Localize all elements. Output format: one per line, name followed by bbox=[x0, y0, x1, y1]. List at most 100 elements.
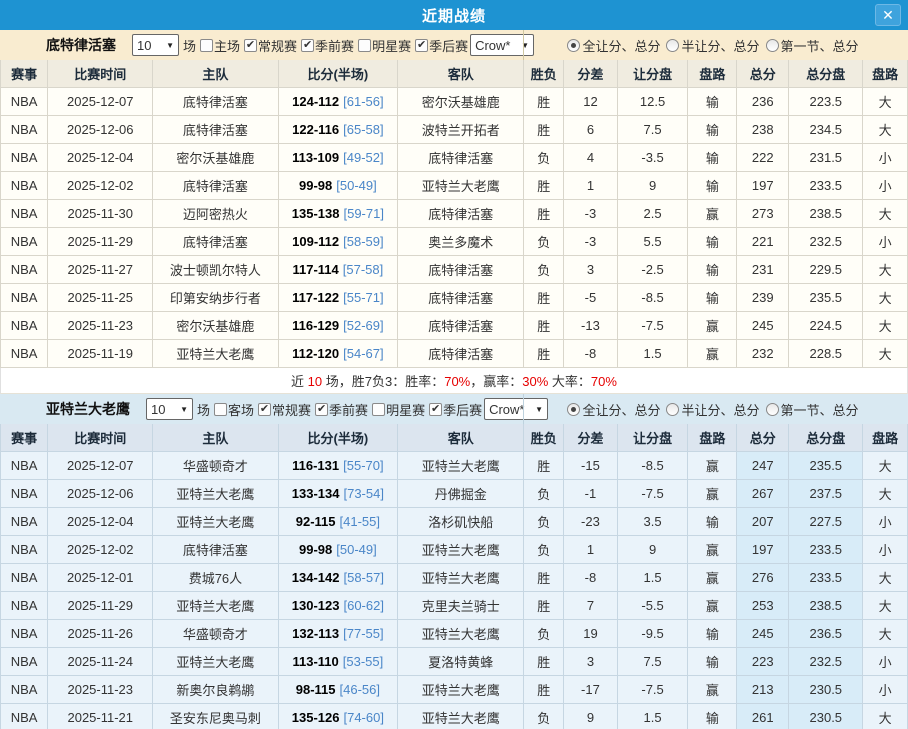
cell-date: 2025-11-23 bbox=[48, 312, 153, 340]
checkbox-checked[interactable]: ✔ bbox=[301, 39, 314, 52]
radio-unselected[interactable] bbox=[666, 39, 679, 52]
table-row: NBA2025-11-21圣安东尼奥马刺135-126[74-60]亚特兰大老鹰… bbox=[0, 704, 908, 729]
radio-unselected[interactable] bbox=[766, 39, 779, 52]
cell-total-line: 224.5 bbox=[789, 312, 863, 340]
cell-league: NBA bbox=[1, 256, 48, 284]
radio-label: 半让分、总分 bbox=[681, 400, 759, 419]
radio-selected[interactable] bbox=[567, 39, 580, 52]
table-row: NBA2025-11-27波士顿凯尔特人117-114[57-58]底特律活塞负… bbox=[0, 256, 908, 284]
cell-ou: 大 bbox=[863, 452, 907, 480]
cell-home: 印第安纳步行者 bbox=[153, 284, 278, 312]
cell-ou: 大 bbox=[863, 480, 907, 508]
table-row: NBA2025-12-01费城76人134-142[58-57]亚特兰大老鹰胜-… bbox=[0, 564, 908, 592]
close-button[interactable]: ✕ bbox=[875, 4, 901, 26]
cell-home: 圣安东尼奥马刺 bbox=[153, 704, 278, 729]
cell-score: 124-112[61-56] bbox=[279, 88, 399, 116]
summary-row: 近 10 场，胜7负3：胜率：70%，赢率：30% 大率：70% bbox=[0, 368, 908, 394]
cell-result: 胜 bbox=[524, 676, 564, 704]
table-header: 赛事比赛时间主队比分(半场)客队胜负分差让分盘盘路总分总分盘盘路 bbox=[0, 60, 908, 88]
cell-handicap-result: 输 bbox=[688, 88, 737, 116]
games-count-select[interactable]: 10 ▼ bbox=[132, 34, 179, 56]
checkbox-label: 主场 bbox=[214, 36, 240, 55]
radio-unselected[interactable] bbox=[666, 403, 679, 416]
summary-segment: 70% bbox=[444, 374, 470, 389]
table-row: NBA2025-11-25印第安纳步行者117-122[55-71]底特律活塞胜… bbox=[0, 284, 908, 312]
cell-total-line: 232.5 bbox=[789, 228, 863, 256]
cell-league: NBA bbox=[1, 676, 48, 704]
cell-date: 2025-11-29 bbox=[48, 228, 153, 256]
cell-score: 134-142[58-57] bbox=[279, 564, 399, 592]
cell-total-line: 238.5 bbox=[789, 200, 863, 228]
cell-diff: 6 bbox=[564, 116, 618, 144]
column-header: 客队 bbox=[398, 60, 524, 88]
cell-diff: 7 bbox=[564, 592, 618, 620]
titlebar: 近期战绩 ✕ bbox=[0, 0, 908, 30]
cell-ou: 小 bbox=[863, 172, 907, 200]
cell-diff: -3 bbox=[564, 228, 618, 256]
cell-diff: 1 bbox=[564, 172, 618, 200]
cell-total-line: 230.5 bbox=[789, 704, 863, 729]
cell-diff: 1 bbox=[564, 536, 618, 564]
checkbox-unchecked[interactable] bbox=[200, 39, 213, 52]
cell-away: 亚特兰大老鹰 bbox=[398, 620, 524, 648]
cell-date: 2025-12-06 bbox=[48, 480, 153, 508]
cell-date: 2025-11-23 bbox=[48, 676, 153, 704]
column-header: 盘路 bbox=[688, 424, 737, 452]
cell-result: 胜 bbox=[524, 312, 564, 340]
cell-handicap: 2.5 bbox=[618, 200, 689, 228]
cell-ou: 大 bbox=[863, 256, 907, 284]
cell-ou: 小 bbox=[863, 228, 907, 256]
checkbox-checked[interactable]: ✔ bbox=[315, 403, 328, 416]
cell-handicap: 7.5 bbox=[618, 116, 689, 144]
cell-home: 底特律活塞 bbox=[153, 116, 278, 144]
cell-league: NBA bbox=[1, 704, 48, 729]
checkbox-checked[interactable]: ✔ bbox=[244, 39, 257, 52]
table-row: NBA2025-11-24亚特兰大老鹰113-110[53-55]夏洛特黄蜂胜3… bbox=[0, 648, 908, 676]
cell-handicap-result: 输 bbox=[688, 508, 737, 536]
cell-total-line: 235.5 bbox=[789, 452, 863, 480]
games-count-value: 10 bbox=[137, 38, 151, 53]
source-value: Crow* bbox=[489, 402, 524, 417]
cell-home: 亚特兰大老鹰 bbox=[153, 648, 278, 676]
cell-handicap: -5.5 bbox=[618, 592, 689, 620]
cell-total: 261 bbox=[737, 704, 789, 729]
cell-handicap: -7.5 bbox=[618, 676, 689, 704]
cell-total-line: 228.5 bbox=[789, 340, 863, 368]
column-header: 总分盘 bbox=[789, 60, 863, 88]
games-count-select[interactable]: 10 ▼ bbox=[146, 398, 193, 420]
checkbox-unchecked[interactable] bbox=[358, 39, 371, 52]
checkbox-label: 明星赛 bbox=[372, 36, 411, 55]
column-header: 主队 bbox=[153, 60, 278, 88]
checkbox-unchecked[interactable] bbox=[372, 403, 385, 416]
cell-home: 底特律活塞 bbox=[153, 88, 278, 116]
cell-score: 130-123[60-62] bbox=[279, 592, 399, 620]
games-unit-label: 场 bbox=[197, 400, 210, 419]
checkbox-label: 常规赛 bbox=[272, 400, 311, 419]
cell-handicap-result: 赢 bbox=[688, 564, 737, 592]
cell-away: 亚特兰大老鹰 bbox=[398, 676, 524, 704]
checkbox-checked[interactable]: ✔ bbox=[429, 403, 442, 416]
column-header: 比赛时间 bbox=[48, 424, 153, 452]
cell-result: 负 bbox=[524, 620, 564, 648]
cell-score: 99-98[50-49] bbox=[279, 536, 399, 564]
cell-diff: -17 bbox=[564, 676, 618, 704]
table-row: NBA2025-11-26华盛顿奇才132-113[77-55]亚特兰大老鹰负1… bbox=[0, 620, 908, 648]
cell-handicap-result: 赢 bbox=[688, 312, 737, 340]
cell-diff: 12 bbox=[564, 88, 618, 116]
cell-date: 2025-11-19 bbox=[48, 340, 153, 368]
cell-score: 98-115[46-56] bbox=[279, 676, 399, 704]
radio-unselected[interactable] bbox=[766, 403, 779, 416]
cell-league: NBA bbox=[1, 200, 48, 228]
filter-bar: 底特律活塞 10 ▼ 场 主场✔常规赛✔季前赛明星赛✔季后赛 Crow* ▼ 全… bbox=[0, 30, 908, 60]
radio-selected[interactable] bbox=[567, 403, 580, 416]
cell-total-line: 227.5 bbox=[789, 508, 863, 536]
cell-diff: -23 bbox=[564, 508, 618, 536]
checkbox-checked[interactable]: ✔ bbox=[415, 39, 428, 52]
checkbox-checked[interactable]: ✔ bbox=[258, 403, 271, 416]
cell-score: 133-134[73-54] bbox=[279, 480, 399, 508]
cell-total: 253 bbox=[737, 592, 789, 620]
cell-handicap: 3.5 bbox=[618, 508, 689, 536]
checkbox-unchecked[interactable] bbox=[214, 403, 227, 416]
table-body: NBA2025-12-07底特律活塞124-112[61-56]密尔沃基雄鹿胜1… bbox=[0, 88, 908, 368]
cell-ou: 小 bbox=[863, 144, 907, 172]
